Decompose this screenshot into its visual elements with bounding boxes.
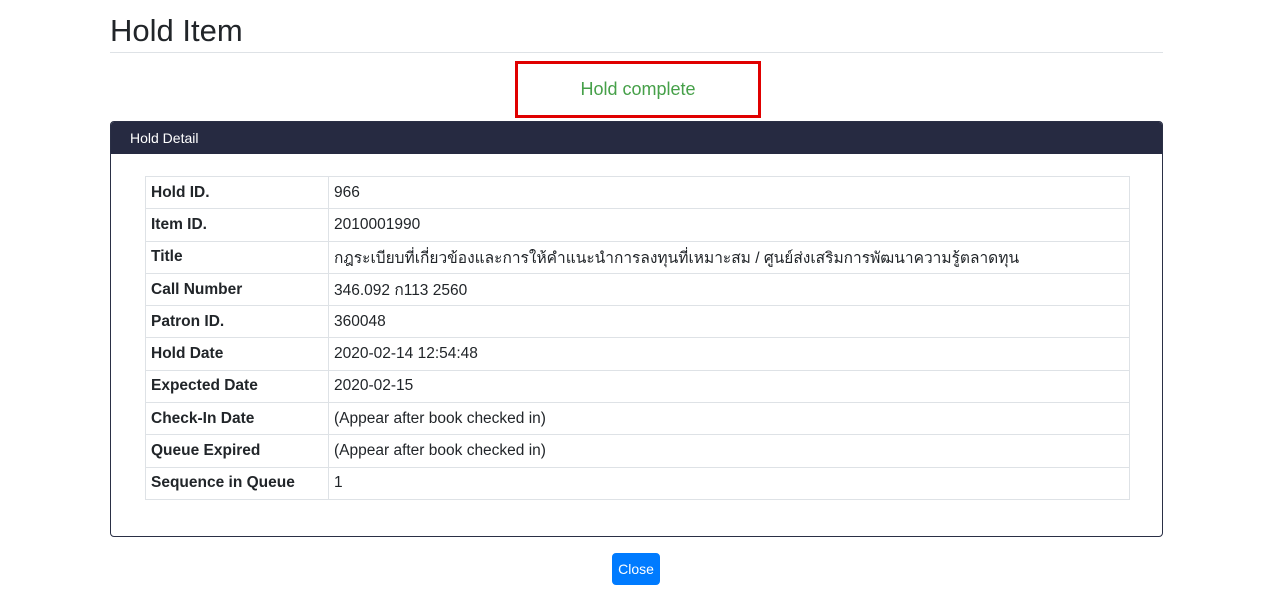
table-row: Hold ID. 966 xyxy=(145,175,1130,210)
status-highlight-box: Hold complete xyxy=(515,61,761,118)
row-label: Queue Expired xyxy=(145,434,329,468)
status-message: Hold complete xyxy=(580,79,696,99)
row-label: Check-In Date xyxy=(145,402,329,436)
row-label: Item ID. xyxy=(145,208,329,242)
hold-detail-card: Hold Detail Hold ID. 966 Item ID. 201000… xyxy=(110,121,1163,537)
row-value: 346.092 ก113 2560 xyxy=(328,272,1130,307)
page-title: Hold Item xyxy=(110,13,243,48)
table-row: Title กฎระเบียบที่เกี่ยวข้องและการให้คำแ… xyxy=(145,240,1130,274)
row-value: 2020-02-14 12:54:48 xyxy=(328,337,1130,371)
title-divider xyxy=(110,52,1163,53)
row-value: 1 xyxy=(328,466,1130,500)
hold-item-page: Hold Item Hold complete Hold Detail Hold… xyxy=(0,0,1274,596)
row-value: (Appear after book checked in) xyxy=(328,434,1130,468)
row-value: 966 xyxy=(328,175,1130,210)
table-row: Expected Date 2020-02-15 xyxy=(145,369,1130,404)
row-label: Sequence in Queue xyxy=(145,466,329,500)
close-button[interactable]: Close xyxy=(612,553,660,585)
hold-detail-table: Hold ID. 966 Item ID. 2010001990 Title ก… xyxy=(145,175,1130,500)
table-row: Call Number 346.092 ก113 2560 xyxy=(145,272,1130,307)
row-label: Hold ID. xyxy=(145,175,329,210)
row-label: Patron ID. xyxy=(145,305,329,339)
row-value: กฎระเบียบที่เกี่ยวข้องและการให้คำแนะนำกา… xyxy=(328,240,1130,274)
row-value: (Appear after book checked in) xyxy=(328,402,1130,436)
row-label: Title xyxy=(145,240,329,274)
row-label: Call Number xyxy=(145,272,329,307)
table-row: Item ID. 2010001990 xyxy=(145,208,1130,242)
card-header: Hold Detail xyxy=(111,122,1162,154)
table-row: Check-In Date (Appear after book checked… xyxy=(145,402,1130,436)
row-label: Hold Date xyxy=(145,337,329,371)
table-row: Sequence in Queue 1 xyxy=(145,466,1130,500)
row-value: 2020-02-15 xyxy=(328,369,1130,404)
row-value: 2010001990 xyxy=(328,208,1130,242)
row-value: 360048 xyxy=(328,305,1130,339)
table-row: Patron ID. 360048 xyxy=(145,305,1130,339)
table-row: Hold Date 2020-02-14 12:54:48 xyxy=(145,337,1130,371)
row-label: Expected Date xyxy=(145,369,329,404)
table-row: Queue Expired (Appear after book checked… xyxy=(145,434,1130,468)
